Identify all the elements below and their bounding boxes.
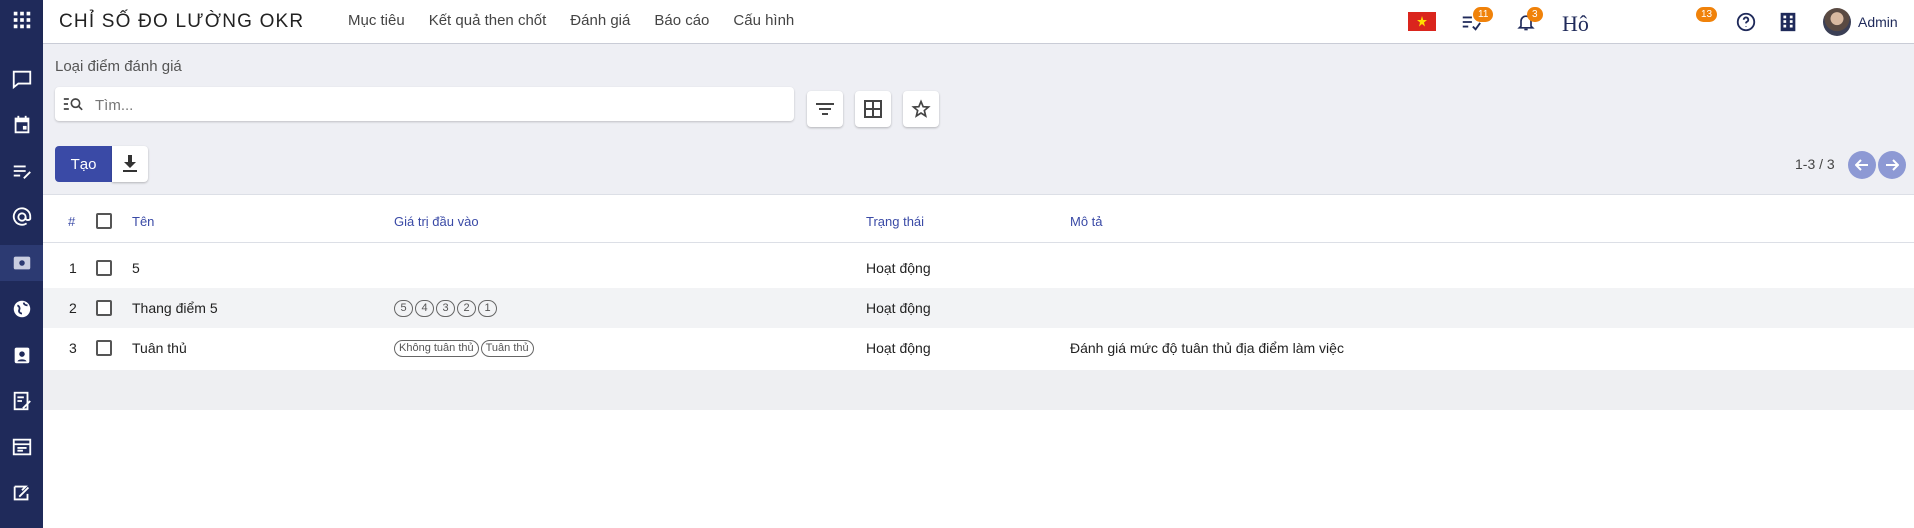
- column-header-name[interactable]: Tên: [132, 200, 154, 242]
- row-status: Hoạt động: [866, 260, 931, 276]
- column-header-description[interactable]: Mô tả: [1070, 200, 1103, 242]
- search-bar: [55, 87, 794, 123]
- row-index: 2: [69, 300, 77, 316]
- left-sidebar: [0, 0, 43, 528]
- value-tag: 2: [457, 299, 476, 317]
- row-name: 5: [132, 260, 140, 276]
- row-tags: 5 4 3 2 1: [394, 288, 499, 328]
- row-index: 3: [69, 340, 77, 356]
- select-all-checkbox[interactable]: [96, 213, 112, 229]
- row-index: 1: [69, 260, 77, 276]
- column-header-index: #: [68, 213, 76, 229]
- table-header: # Tên Giá trị đầu vào Trạng thái Mô tả: [43, 200, 1914, 243]
- row-checkbox[interactable]: [96, 300, 112, 316]
- group-by-icon: [864, 100, 882, 118]
- previous-page-button[interactable]: [1848, 151, 1876, 179]
- user-name: Admin: [1858, 13, 1898, 30]
- value-tag: Không tuân thủ: [394, 339, 479, 357]
- value-tag: 5: [394, 299, 413, 317]
- row-checkbox[interactable]: [96, 340, 112, 356]
- row-checkbox[interactable]: [96, 260, 112, 276]
- row-name: Tuân thủ: [132, 340, 187, 356]
- help-icon[interactable]: [1731, 0, 1761, 43]
- notification-bell-icon[interactable]: 3: [1511, 0, 1543, 43]
- top-navbar: CHỈ SỐ ĐO LƯỜNG OKR Mục tiêu Kết quả the…: [43, 0, 1914, 44]
- menu-item-objectives[interactable]: Mục tiêu: [348, 12, 405, 29]
- search-input[interactable]: [93, 87, 777, 123]
- menu-item-evaluation[interactable]: Đánh giá: [570, 12, 630, 29]
- globe-icon[interactable]: [0, 291, 43, 327]
- user-menu[interactable]: Admin: [1823, 0, 1903, 43]
- table-row[interactable]: 2 Thang điểm 5 5 4 3 2 1 Hoạt động: [43, 288, 1914, 328]
- activity-icon[interactable]: 11: [1456, 0, 1494, 43]
- avatar: [1823, 7, 1851, 36]
- row-tags: Không tuân thủ Tuân thủ: [394, 328, 536, 368]
- main-menu: Mục tiêu Kết quả then chốt Đánh giá Báo …: [348, 12, 794, 29]
- notes-icon[interactable]: [0, 153, 43, 189]
- search-icon: [63, 96, 83, 117]
- at-sign-icon[interactable]: [0, 199, 43, 235]
- filter-button[interactable]: [807, 91, 843, 127]
- app-title[interactable]: CHỈ SỐ ĐO LƯỜNG OKR: [59, 11, 304, 33]
- apps-menu-icon[interactable]: [0, 2, 43, 38]
- download-icon: [123, 155, 137, 172]
- download-button[interactable]: [112, 146, 148, 182]
- arrow-right-icon: [1886, 159, 1899, 171]
- create-button[interactable]: Tạo: [55, 146, 112, 182]
- discuss-icon[interactable]: 13: [1686, 0, 1718, 43]
- value-tag: Tuân thủ: [480, 339, 534, 357]
- menu-item-key-results[interactable]: Kết quả then chốt: [429, 12, 547, 29]
- menu-item-configuration[interactable]: Cấu hình: [733, 12, 794, 29]
- star-icon: [911, 99, 931, 118]
- language-flag-icon[interactable]: [1407, 0, 1437, 43]
- calendar-icon[interactable]: [0, 107, 43, 143]
- favorites-button[interactable]: [903, 91, 939, 127]
- arrow-left-icon: [1855, 159, 1868, 171]
- column-header-input-values[interactable]: Giá trị đầu vào: [394, 200, 479, 242]
- row-description: Đánh giá mức độ tuân thủ địa điểm làm vi…: [1070, 340, 1344, 356]
- sign-icon[interactable]: [0, 475, 43, 511]
- table-footer-row: [43, 370, 1914, 410]
- row-status: Hoạt động: [866, 300, 931, 316]
- activity-count-badge: 11: [1473, 7, 1494, 22]
- company-logo[interactable]: Hô: [1562, 0, 1622, 43]
- company-logo-text: Hô: [1562, 10, 1589, 36]
- row-name: Thang điểm 5: [132, 300, 218, 316]
- chat-icon[interactable]: [0, 61, 43, 97]
- group-by-button[interactable]: [855, 91, 891, 127]
- row-status: Hoạt động: [866, 340, 931, 356]
- table-row[interactable]: 1 5 Hoạt động: [43, 248, 1914, 288]
- pager-value[interactable]: 1-3 / 3: [1795, 156, 1835, 172]
- value-tag: 4: [415, 299, 434, 317]
- table-row[interactable]: 3 Tuân thủ Không tuân thủ Tuân thủ Hoạt …: [43, 328, 1914, 368]
- breadcrumb[interactable]: Loại điểm đánh giá: [55, 58, 182, 75]
- next-page-button[interactable]: [1878, 151, 1906, 179]
- employee-badge-icon[interactable]: [0, 337, 43, 373]
- company-switch-icon[interactable]: [1773, 0, 1803, 43]
- form-icon[interactable]: [0, 429, 43, 465]
- value-tag: 1: [478, 299, 497, 317]
- menu-item-reports[interactable]: Báo cáo: [654, 12, 709, 29]
- okr-icon[interactable]: [0, 245, 43, 281]
- filter-icon: [816, 103, 834, 115]
- column-header-status[interactable]: Trạng thái: [866, 200, 924, 242]
- discuss-count-badge: 13: [1696, 7, 1718, 22]
- notification-count-badge: 3: [1527, 7, 1543, 22]
- value-tag: 3: [436, 299, 455, 317]
- survey-edit-icon[interactable]: [0, 383, 43, 419]
